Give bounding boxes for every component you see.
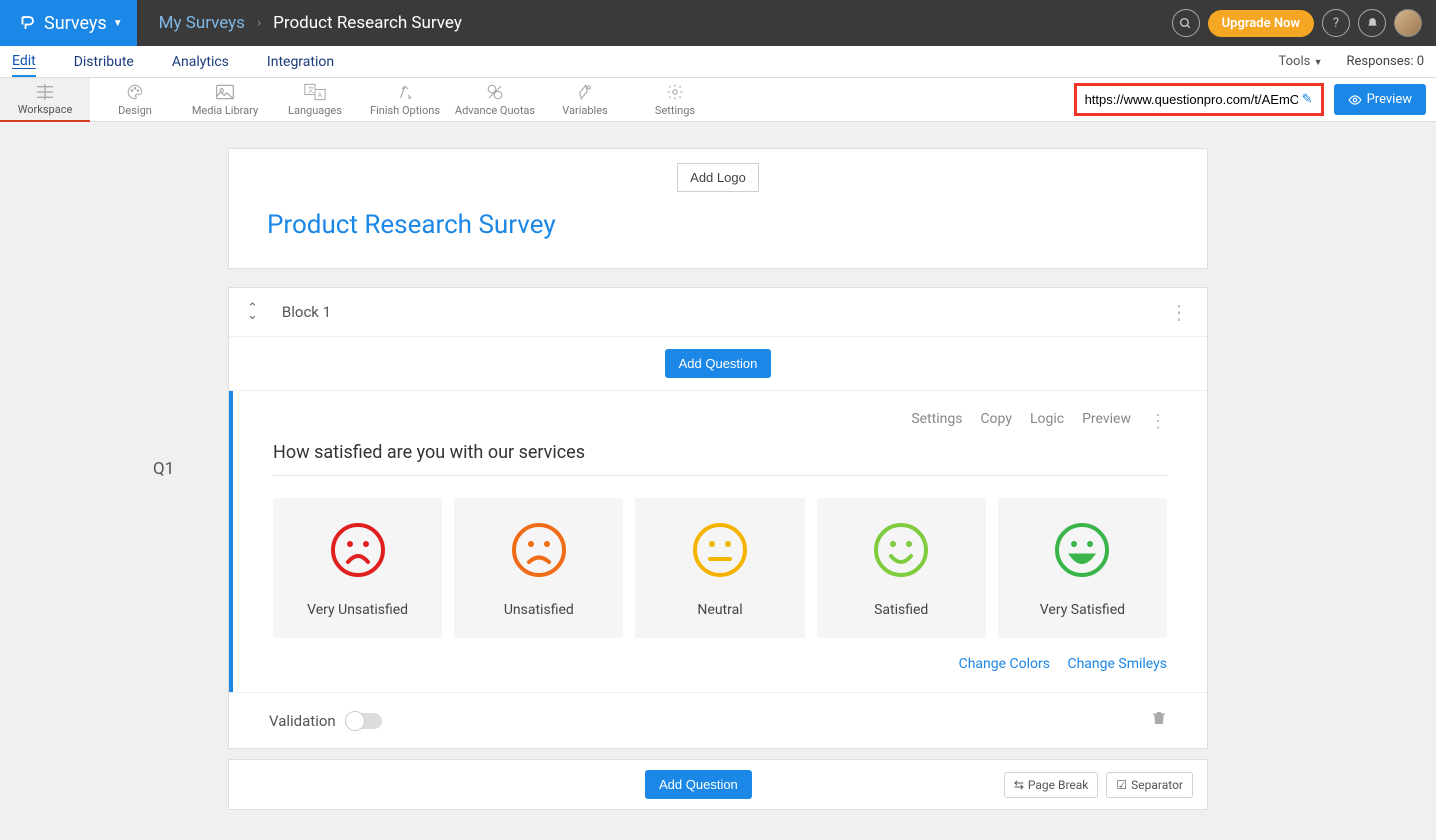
question-body: Settings Copy Logic Preview ⋮ How satisf… [229,391,1207,692]
question-actions: Settings Copy Logic Preview ⋮ [273,411,1167,432]
validation-label: Validation [269,712,336,730]
smiley-label: Very Satisfied [1006,602,1159,618]
app-switcher[interactable]: Surveys ▼ [0,0,137,46]
preview-button[interactable]: Preview [1334,84,1426,115]
smiley-change-links: Change Colors Change Smileys [273,656,1167,672]
validation-toggle[interactable] [346,713,382,729]
survey-url-input[interactable] [1085,92,1298,107]
smiley-options: Very Unsatisfied Unsatisfied Neutral [273,498,1167,638]
toolbar-finish[interactable]: Finish Options [360,78,450,121]
main-nav: Edit Distribute Analytics Integration To… [0,46,1436,78]
chevron-right-icon: › [257,15,261,31]
q-copy[interactable]: Copy [980,411,1012,432]
smiley-option-0[interactable]: Very Unsatisfied [273,498,442,638]
notification-icon[interactable] [1358,9,1386,37]
block-name[interactable]: Block 1 [282,303,331,321]
validation-row: Validation [229,692,1207,748]
toolbar-settings[interactable]: Settings [630,78,720,121]
responses-count[interactable]: Responses: 0 [1347,54,1425,69]
bottom-actions: Add Question ⇆Page Break ☑Separator [228,759,1208,810]
change-colors-link[interactable]: Change Colors [959,656,1050,672]
smiley-option-3[interactable]: Satisfied [817,498,986,638]
block-header: ⌃⌄ Block 1 ⋮ [229,288,1207,337]
editor-toolbar: Workspace Design Media Library 文A Langua… [0,78,1436,122]
question-text[interactable]: How satisfied are you with our services [273,442,1167,476]
survey-url-box: ✎ [1074,83,1324,116]
add-question-button[interactable]: Add Question [665,349,772,378]
logo-icon [18,14,36,32]
breadcrumb-link[interactable]: My Surveys [159,13,245,33]
smiley-label: Very Unsatisfied [281,602,434,618]
breadcrumb-current: Product Research Survey [273,13,462,33]
search-icon[interactable] [1172,9,1200,37]
edit-url-icon[interactable]: ✎ [1302,92,1313,107]
change-smilies-link[interactable]: Change Smileys [1067,656,1167,672]
toolbar-variables[interactable]: Variables [540,78,630,121]
block-card: ⌃⌄ Block 1 ⋮ Add Question Q1 Settings Co… [228,287,1208,749]
smiley-option-2[interactable]: Neutral [635,498,804,638]
collapse-icon[interactable]: ⌃⌄ [247,305,258,319]
smiley-option-4[interactable]: Very Satisfied [998,498,1167,638]
smiley-label: Neutral [643,602,796,618]
toolbar-media[interactable]: Media Library [180,78,270,121]
question-number: Q1 [129,459,219,479]
add-logo-button[interactable]: Add Logo [677,163,759,192]
header-actions: Upgrade Now ? [1172,9,1436,37]
question-container: Q1 Settings Copy Logic Preview ⋮ How sat… [229,391,1207,692]
tab-analytics[interactable]: Analytics [172,48,229,76]
breadcrumb: My Surveys › Product Research Survey [159,13,462,33]
tools-dropdown[interactable]: Tools ▼ [1279,54,1323,69]
q-logic[interactable]: Logic [1030,411,1064,432]
help-icon[interactable]: ? [1322,9,1350,37]
block-menu-icon[interactable]: ⋮ [1169,300,1189,324]
add-question-row-top: Add Question [229,337,1207,391]
upgrade-button[interactable]: Upgrade Now [1208,10,1314,37]
svg-text:文: 文 [307,85,314,94]
tab-edit[interactable]: Edit [12,47,36,77]
app-name: Surveys [44,13,107,34]
avatar[interactable] [1394,9,1422,37]
q-settings[interactable]: Settings [911,411,962,432]
tab-distribute[interactable]: Distribute [74,48,134,76]
q-preview[interactable]: Preview [1082,411,1131,432]
survey-title-card: Add Logo Product Research Survey [228,148,1208,269]
toolbar-design[interactable]: Design [90,78,180,121]
svg-text:A: A [318,91,323,99]
app-header: Surveys ▼ My Surveys › Product Research … [0,0,1436,46]
toolbar-quotas[interactable]: Advance Quotas [450,78,540,121]
survey-title[interactable]: Product Research Survey [229,210,1207,240]
toolbar-workspace[interactable]: Workspace [0,78,90,121]
smiley-label: Satisfied [825,602,978,618]
delete-question-icon[interactable] [1151,709,1167,732]
page-break-button[interactable]: ⇆Page Break [1004,772,1099,798]
q-menu-icon[interactable]: ⋮ [1149,411,1167,432]
caret-down-icon: ▼ [113,18,123,29]
toolbar-languages[interactable]: 文A Languages [270,78,360,121]
smiley-option-1[interactable]: Unsatisfied [454,498,623,638]
editor-canvas: Add Logo Product Research Survey ⌃⌄ Bloc… [228,148,1208,810]
add-question-button-bottom[interactable]: Add Question [645,770,752,799]
tab-integration[interactable]: Integration [267,48,334,76]
separator-button[interactable]: ☑Separator [1106,772,1193,798]
smiley-label: Unsatisfied [462,602,615,618]
